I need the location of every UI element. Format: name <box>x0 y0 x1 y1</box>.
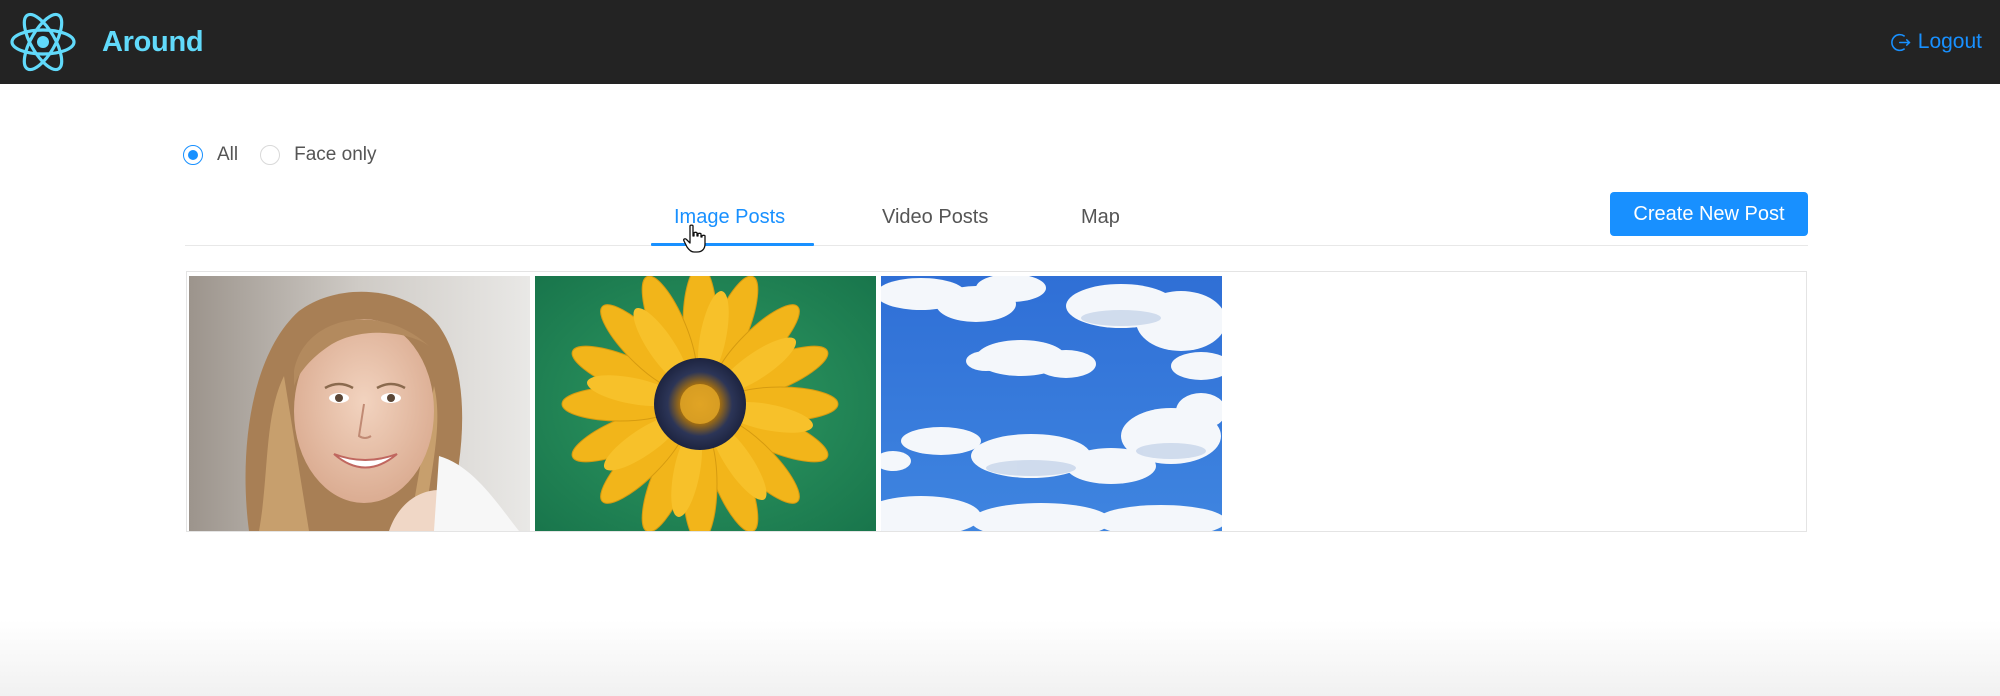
tab-video-posts[interactable]: Video Posts <box>882 206 988 229</box>
radio-all[interactable]: All <box>183 144 238 166</box>
portrait-photo-icon <box>189 276 530 531</box>
radio-face-only[interactable]: Face only <box>260 144 377 166</box>
radio-face-only-label: Face only <box>294 144 377 165</box>
gallery-image-sunflower[interactable] <box>535 276 876 531</box>
gallery-image-portrait[interactable] <box>189 276 530 531</box>
top-bar: Around Logout <box>0 0 2000 84</box>
logout-label: Logout <box>1917 30 1982 53</box>
create-new-post-button[interactable]: Create New Post <box>1610 192 1808 236</box>
app-title: Around <box>102 26 204 58</box>
sunflower-photo-icon <box>535 276 876 531</box>
tabs-divider <box>185 245 1808 246</box>
filter-radio-group: All Face only <box>183 144 399 166</box>
tab-map[interactable]: Map <box>1081 206 1120 229</box>
gallery-image-sky[interactable] <box>881 276 1222 531</box>
page-footer-fade <box>0 620 2000 696</box>
radio-face-only-circle[interactable] <box>260 145 281 165</box>
active-tab-indicator <box>651 243 814 246</box>
radio-all-circle[interactable] <box>183 145 203 165</box>
sky-clouds-photo-icon <box>881 276 1222 531</box>
react-atom-icon[interactable] <box>8 6 78 78</box>
radio-all-label: All <box>217 144 239 165</box>
logout-icon <box>1890 33 1911 51</box>
image-gallery <box>186 271 1807 532</box>
logout-button[interactable]: Logout <box>1890 30 1982 54</box>
hand-cursor-icon <box>683 224 706 253</box>
